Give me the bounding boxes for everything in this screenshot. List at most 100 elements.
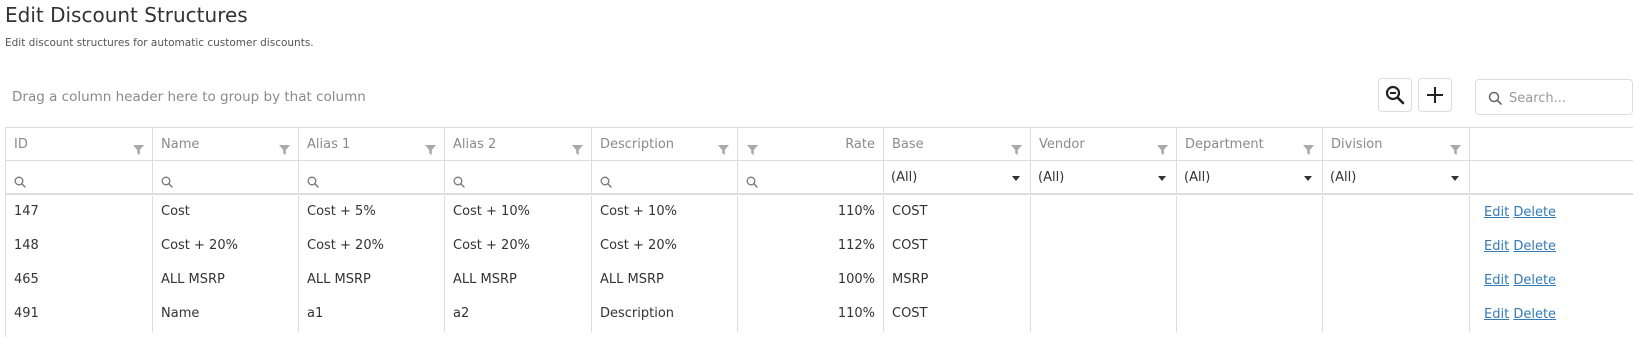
table-row[interactable]: 491 Name a1 a2 Description 110% COST Edit Delet… — [6, 298, 1633, 332]
division-filter-select[interactable]: (All) — [1330, 170, 1459, 188]
cell-vendor — [1031, 298, 1177, 332]
column-header-division[interactable]: Division — [1323, 128, 1470, 160]
filter-funnel-icon[interactable] — [133, 140, 144, 159]
table-row[interactable]: 147 Cost Cost + 5% Cost + 10% Cost + 10% 110%… — [6, 196, 1633, 230]
edit-link[interactable]: Edit — [1484, 239, 1509, 254]
filter-select-value: (All) — [1184, 170, 1211, 185]
column-header-label: Alias 1 — [307, 137, 351, 152]
filter-funnel-icon[interactable] — [1157, 140, 1168, 159]
cell-division — [1323, 298, 1470, 332]
column-header-label: ID — [14, 137, 28, 152]
filter-funnel-icon[interactable] — [747, 140, 758, 159]
cell-division — [1323, 230, 1470, 264]
name-value: Cost + 20% — [161, 238, 238, 253]
filter-cell-actions — [1470, 161, 1633, 193]
cell-alias1: Cost + 20% — [299, 230, 445, 264]
id-value: 465 — [14, 272, 39, 287]
rate-value: 110% — [837, 306, 875, 321]
column-header-alias1[interactable]: Alias 1 — [299, 128, 445, 160]
base-value: COST — [892, 238, 928, 253]
description-value: Description — [600, 306, 675, 321]
alias1-value: a1 — [307, 306, 324, 321]
grid-search[interactable] — [1475, 79, 1633, 115]
filter-cell-alias2[interactable] — [445, 161, 592, 193]
description-value: ALL MSRP — [600, 272, 664, 287]
cell-rate: 110% — [738, 298, 884, 332]
column-header-vendor[interactable]: Vendor — [1031, 128, 1177, 160]
column-header-base[interactable]: Base — [884, 128, 1031, 160]
alias2-value: Cost + 10% — [453, 204, 530, 219]
alias2-value: ALL MSRP — [453, 272, 517, 287]
name-value: Cost — [161, 204, 190, 219]
cell-actions: Edit Delete — [1470, 230, 1633, 264]
filter-cell-rate[interactable] — [738, 161, 884, 193]
table-row[interactable]: 465 ALL MSRP ALL MSRP ALL MSRP ALL MSRP 100% M… — [6, 264, 1633, 298]
cell-description: Description — [592, 298, 738, 332]
filter-funnel-icon[interactable] — [572, 140, 583, 159]
cell-base: COST — [884, 196, 1031, 230]
column-header-label: Description — [600, 137, 675, 152]
column-header-id[interactable]: ID — [6, 128, 153, 160]
filter-cell-department[interactable]: (All) — [1177, 161, 1323, 193]
cell-vendor — [1031, 230, 1177, 264]
zoom-out-button[interactable] — [1378, 78, 1412, 112]
department-filter-select[interactable]: (All) — [1184, 170, 1312, 188]
column-header-description[interactable]: Description — [592, 128, 738, 160]
search-input[interactable] — [1509, 88, 1627, 108]
edit-link[interactable]: Edit — [1484, 273, 1509, 288]
search-icon — [14, 173, 26, 192]
column-header-label: Alias 2 — [453, 137, 497, 152]
row-actions: Edit Delete — [1484, 239, 1556, 254]
search-icon — [746, 173, 758, 192]
filter-cell-alias1[interactable] — [299, 161, 445, 193]
rate-value: 100% — [837, 272, 875, 287]
edit-link[interactable]: Edit — [1484, 307, 1509, 322]
base-filter-select[interactable]: (All) — [891, 170, 1020, 188]
cell-alias1: a1 — [299, 298, 445, 332]
filter-funnel-icon[interactable] — [1011, 140, 1022, 159]
filter-funnel-icon[interactable] — [425, 140, 436, 159]
column-header-alias2[interactable]: Alias 2 — [445, 128, 592, 160]
table-row[interactable]: 148 Cost + 20% Cost + 20% Cost + 20% Cost + … — [6, 230, 1633, 264]
cell-name: Name — [153, 298, 299, 332]
column-header-label: Name — [161, 137, 200, 152]
delete-link[interactable]: Delete — [1513, 205, 1556, 220]
filter-funnel-icon[interactable] — [1450, 140, 1461, 159]
cell-rate: 100% — [738, 264, 884, 298]
group-panel[interactable]: Drag a column header here to group by th… — [12, 89, 366, 105]
cell-actions: Edit Delete — [1470, 298, 1633, 332]
id-value: 147 — [14, 204, 39, 219]
alias1-value: Cost + 5% — [307, 204, 376, 219]
vendor-filter-select[interactable]: (All) — [1038, 170, 1166, 188]
chevron-down-icon — [1012, 176, 1020, 181]
cell-description: Cost + 10% — [592, 196, 738, 230]
cell-department — [1177, 298, 1323, 332]
edit-link[interactable]: Edit — [1484, 205, 1509, 220]
cell-base: MSRP — [884, 264, 1031, 298]
filter-cell-vendor[interactable]: (All) — [1031, 161, 1177, 193]
cell-alias1: ALL MSRP — [299, 264, 445, 298]
base-value: COST — [892, 204, 928, 219]
filter-cell-name[interactable] — [153, 161, 299, 193]
filter-cell-division[interactable]: (All) — [1323, 161, 1470, 193]
delete-link[interactable]: Delete — [1513, 307, 1556, 322]
row-actions: Edit Delete — [1484, 273, 1556, 288]
alias1-value: ALL MSRP — [307, 272, 371, 287]
column-header-rate[interactable]: Rate — [738, 128, 884, 160]
filter-cell-description[interactable] — [592, 161, 738, 193]
column-header-department[interactable]: Department — [1177, 128, 1323, 160]
filter-cell-base[interactable]: (All) — [884, 161, 1031, 193]
column-header-name[interactable]: Name — [153, 128, 299, 160]
search-icon — [453, 173, 465, 192]
add-button[interactable] — [1418, 78, 1452, 112]
filter-funnel-icon[interactable] — [279, 140, 290, 159]
delete-link[interactable]: Delete — [1513, 239, 1556, 254]
filter-cell-id[interactable] — [6, 161, 153, 193]
filter-funnel-icon[interactable] — [1303, 140, 1314, 159]
cell-department — [1177, 196, 1323, 230]
filter-funnel-icon[interactable] — [718, 140, 729, 159]
delete-link[interactable]: Delete — [1513, 273, 1556, 288]
column-header-actions[interactable] — [1470, 128, 1633, 160]
chevron-down-icon — [1304, 176, 1312, 181]
cell-name: Cost — [153, 196, 299, 230]
